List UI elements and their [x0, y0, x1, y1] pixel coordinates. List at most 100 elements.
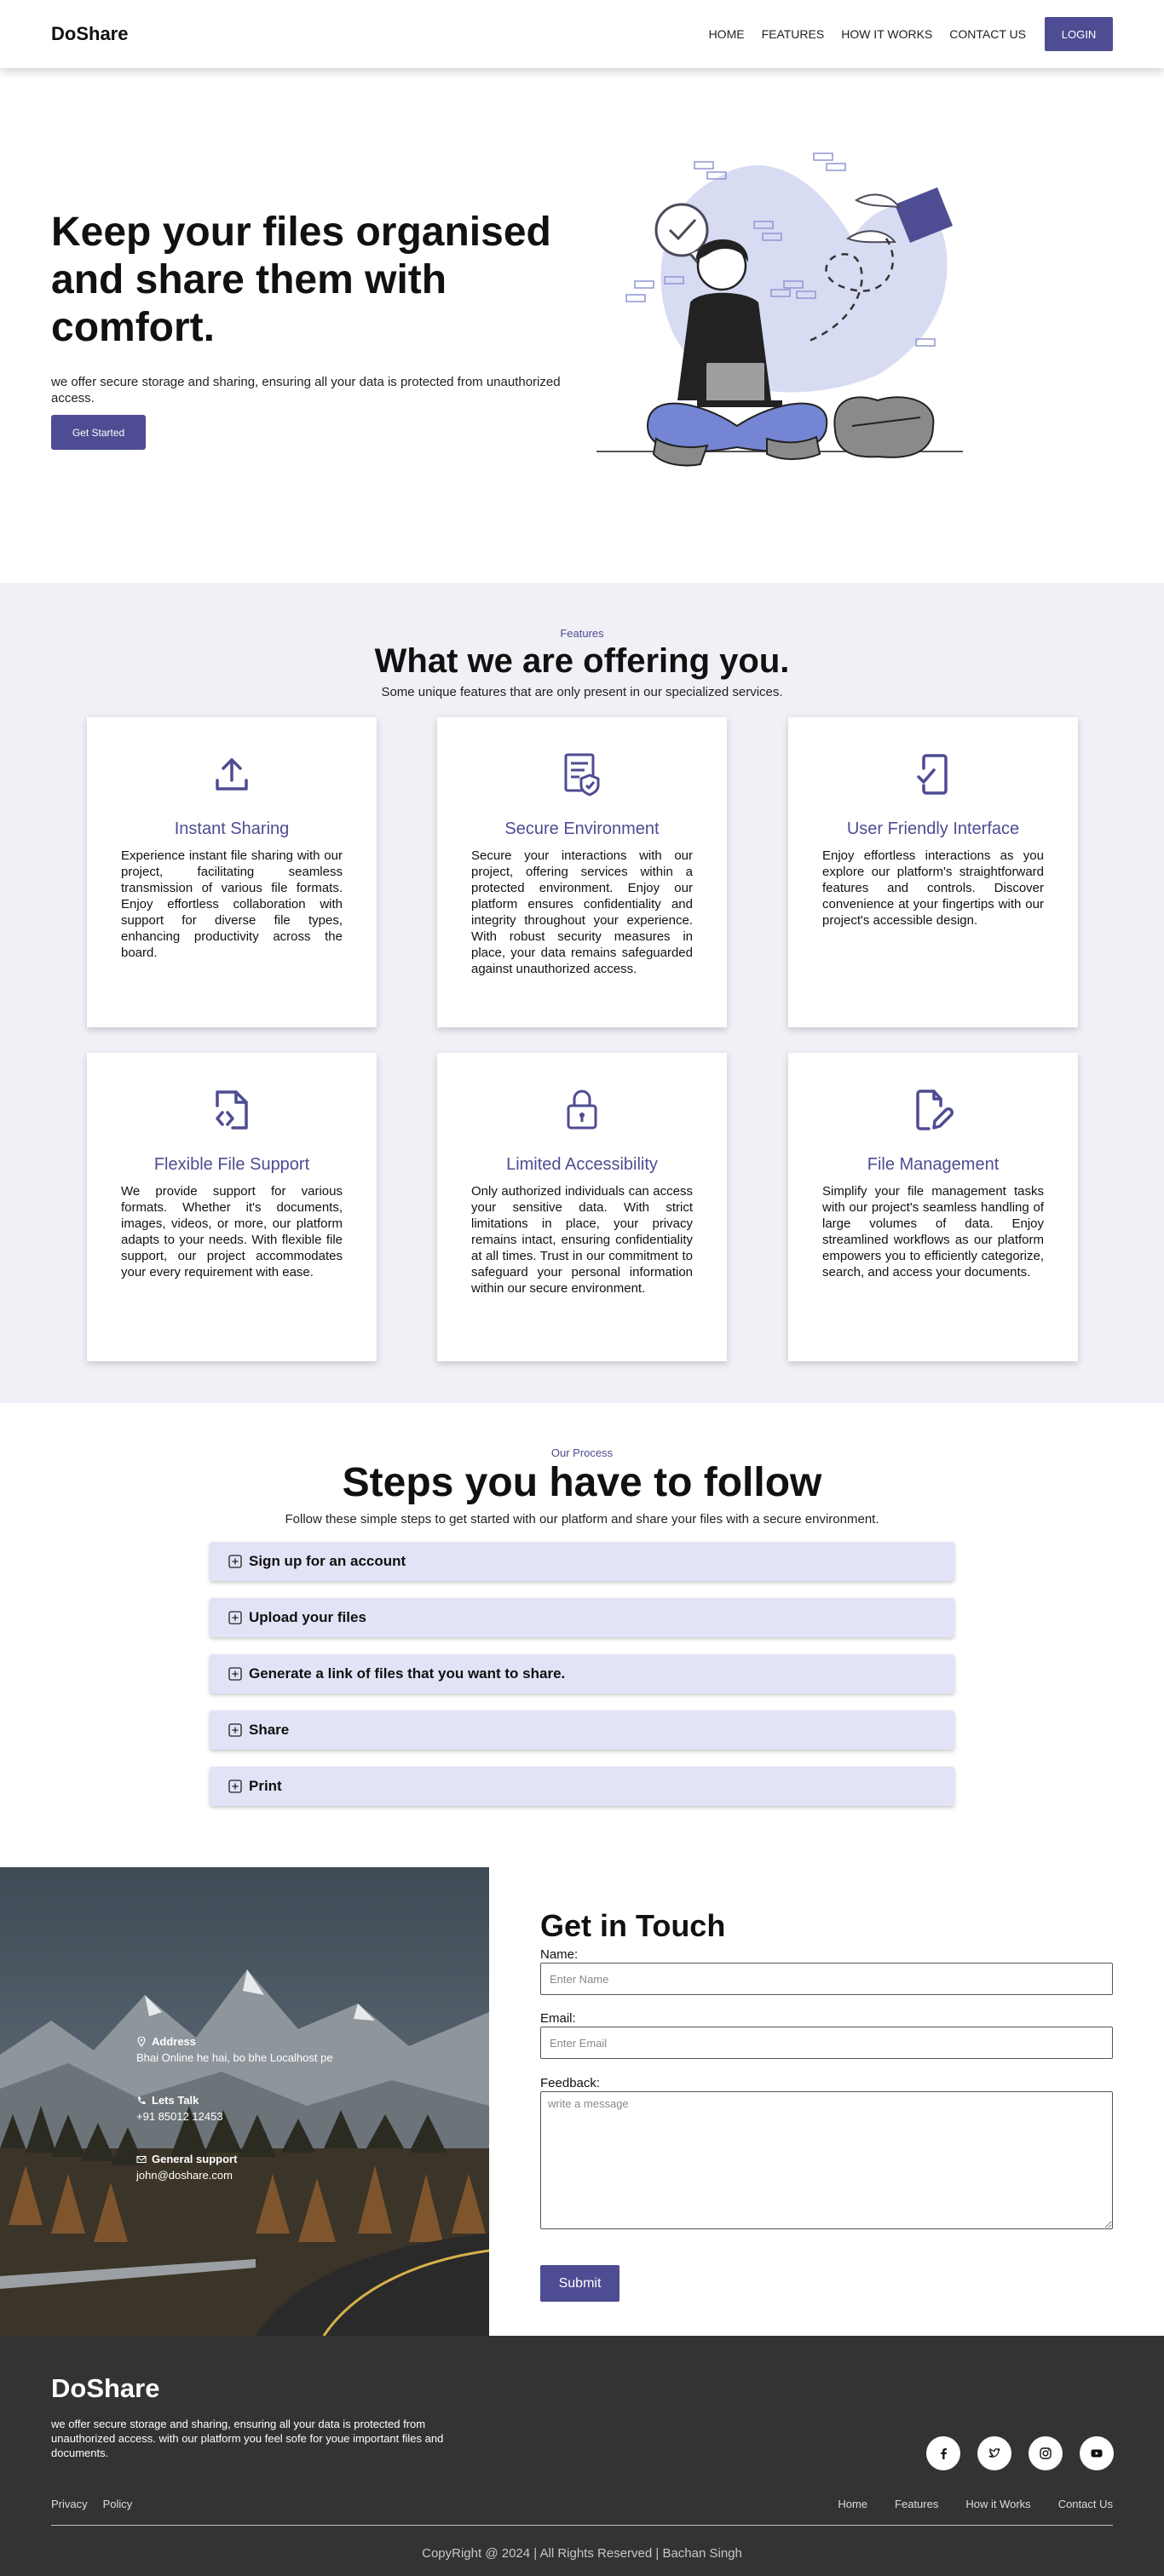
- facebook-icon[interactable]: [926, 2436, 960, 2470]
- location-pin-icon: [137, 2036, 146, 2047]
- instagram-icon[interactable]: [1029, 2436, 1063, 2470]
- nav-links: HOME FEATURES HOW IT WORKS CONTACT US LO…: [709, 17, 1113, 51]
- phone-icon: [137, 2096, 146, 2104]
- login-button[interactable]: LOGIN: [1045, 17, 1113, 51]
- address-value: Bhai Online he hai, bo bhe Localhost pe: [136, 2051, 333, 2064]
- plus-square-icon: [228, 1667, 242, 1681]
- steps-subtitle: Follow these simple steps to get started…: [285, 1512, 879, 1527]
- footer-link-home[interactable]: Home: [838, 2498, 867, 2510]
- copyright-text: CopyRight @ 2024 | All Rights Reserved |…: [422, 2546, 742, 2561]
- footer-link-policy[interactable]: Policy: [103, 2498, 133, 2510]
- name-label: Name:: [540, 1947, 579, 1962]
- feature-card-limited-accessibility: Limited Accessibility Only authorized in…: [437, 1053, 727, 1361]
- plus-square-icon: [228, 1611, 242, 1624]
- feature-text: Secure your interactions with our projec…: [471, 848, 693, 976]
- accordion-step-signup[interactable]: Sign up for an account: [210, 1542, 954, 1581]
- feature-text: Enjoy effortless interactions as you exp…: [822, 848, 1044, 928]
- feature-text: Experience instant file sharing with our…: [121, 848, 343, 960]
- accordion-label: Share: [249, 1722, 290, 1738]
- brand-logo[interactable]: DoShare: [51, 23, 128, 45]
- plus-square-icon: [228, 1723, 242, 1737]
- nav-link-how-it-works[interactable]: HOW IT WORKS: [841, 27, 932, 41]
- feature-title: File Management: [867, 1155, 1000, 1174]
- nav-link-features[interactable]: FEATURES: [762, 27, 825, 41]
- feature-card-instant-sharing: Instant Sharing Experience instant file …: [87, 717, 377, 1027]
- top-navbar: DoShare HOME FEATURES HOW IT WORKS CONTA…: [0, 0, 1164, 68]
- nav-link-home[interactable]: HOME: [709, 27, 745, 41]
- feature-card-flexible-file-support: Flexible File Support We provide support…: [87, 1053, 377, 1361]
- address-block: Address Bhai Online he hai, bo bhe Local…: [136, 2035, 333, 2064]
- accordion-label: Generate a link of files that you want t…: [249, 1665, 566, 1682]
- plus-square-icon: [228, 1780, 242, 1793]
- steps-section: Our Process Steps you have to follow Fol…: [0, 1403, 1164, 1867]
- feature-text: We provide support for various formats. …: [121, 1184, 343, 1279]
- accordion-label: Upload your files: [249, 1609, 366, 1625]
- social-links: [926, 2436, 1114, 2470]
- features-eyebrow: Features: [560, 627, 604, 640]
- footer-link-how-it-works[interactable]: How it Works: [965, 2498, 1030, 2510]
- accordion-label: Sign up for an account: [249, 1553, 406, 1569]
- feature-title: Limited Accessibility: [506, 1155, 658, 1174]
- feature-card-user-friendly-interface: User Friendly Interface Enjoy effortless…: [788, 717, 1078, 1027]
- footer-description: we offer secure storage and sharing, ens…: [51, 2418, 444, 2459]
- feedback-label: Feedback:: [540, 2076, 601, 2090]
- steps-title: Steps you have to follow: [342, 1460, 822, 1505]
- footer-brand[interactable]: DoShare: [51, 2373, 159, 2404]
- twitter-icon[interactable]: [977, 2436, 1011, 2470]
- accordion-step-generate-link[interactable]: Generate a link of files that you want t…: [210, 1654, 954, 1693]
- hero-title: Keep your files organised and share them…: [51, 210, 551, 350]
- footer-link-privacy[interactable]: Privacy: [51, 2498, 88, 2510]
- contact-form-title: Get in Touch: [540, 1908, 726, 1943]
- talk-label: Lets Talk: [152, 2094, 199, 2107]
- contact-section: Address Bhai Online he hai, bo bhe Local…: [0, 1867, 1164, 2336]
- footer: DoShare we offer secure storage and shar…: [0, 2336, 1164, 2576]
- support-email[interactable]: john@doshare.com: [136, 2169, 237, 2182]
- hero-illustration: [596, 152, 963, 467]
- hero-subtitle: we offer secure storage and sharing, ens…: [51, 375, 561, 405]
- feature-card-secure-environment: Secure Environment Secure your interacti…: [437, 717, 727, 1027]
- features-section: Features What we are offering you. Some …: [0, 583, 1164, 1403]
- feature-title: User Friendly Interface: [846, 819, 1020, 838]
- address-label: Address: [152, 2035, 197, 2048]
- accordion-step-print[interactable]: Print: [210, 1767, 954, 1806]
- upload-icon: [216, 758, 248, 791]
- footer-link-contact-us[interactable]: Contact Us: [1058, 2498, 1113, 2510]
- support-label: General support: [152, 2153, 238, 2165]
- features-subtitle: Some unique features that are only prese…: [381, 685, 783, 699]
- feature-title: Instant Sharing: [174, 819, 290, 838]
- phone-value[interactable]: +91 85012 12453: [136, 2110, 223, 2123]
- feature-title: Flexible File Support: [153, 1155, 310, 1174]
- support-block: General support john@doshare.com: [136, 2153, 237, 2182]
- shield-document-icon: [564, 753, 600, 796]
- file-edit-icon: [916, 1090, 954, 1130]
- steps-eyebrow: Our Process: [550, 1446, 614, 1459]
- email-label: Email:: [540, 2011, 576, 2026]
- nav-link-contact-us[interactable]: CONTACT US: [949, 27, 1026, 41]
- submit-button[interactable]: Submit: [540, 2265, 619, 2302]
- feature-text: Simplify your file management tasks with…: [822, 1184, 1044, 1279]
- footer-link-features[interactable]: Features: [895, 2498, 938, 2510]
- accordion-step-upload[interactable]: Upload your files: [210, 1598, 954, 1637]
- feature-title: Secure Environment: [504, 819, 660, 838]
- name-input[interactable]: [540, 1963, 1113, 1995]
- mountain-road-image: [0, 1867, 489, 2336]
- footer-nav-links: Home Features How it Works Contact Us: [838, 2498, 1113, 2510]
- mail-icon: [136, 2155, 147, 2163]
- file-code-icon: [216, 1090, 248, 1130]
- footer-legal-links: Privacy Policy: [51, 2498, 132, 2510]
- features-title: What we are offering you.: [374, 642, 790, 680]
- feature-text: Only authorized individuals can access y…: [471, 1184, 693, 1296]
- email-input[interactable]: [540, 2027, 1113, 2059]
- talk-block: Lets Talk +91 85012 12453: [136, 2094, 223, 2123]
- hero-section: Keep your files organised and share them…: [0, 68, 1164, 583]
- feedback-textarea[interactable]: [540, 2091, 1113, 2229]
- accordion-step-share[interactable]: Share: [210, 1711, 954, 1750]
- feature-card-file-management: File Management Simplify your file manag…: [788, 1053, 1078, 1361]
- lock-icon: [567, 1090, 597, 1130]
- mobile-check-icon: [917, 754, 948, 795]
- get-started-button[interactable]: Get Started: [51, 415, 146, 450]
- plus-square-icon: [228, 1555, 242, 1568]
- youtube-icon[interactable]: [1080, 2436, 1114, 2470]
- footer-divider: [51, 2525, 1113, 2526]
- accordion-label: Print: [249, 1778, 282, 1794]
